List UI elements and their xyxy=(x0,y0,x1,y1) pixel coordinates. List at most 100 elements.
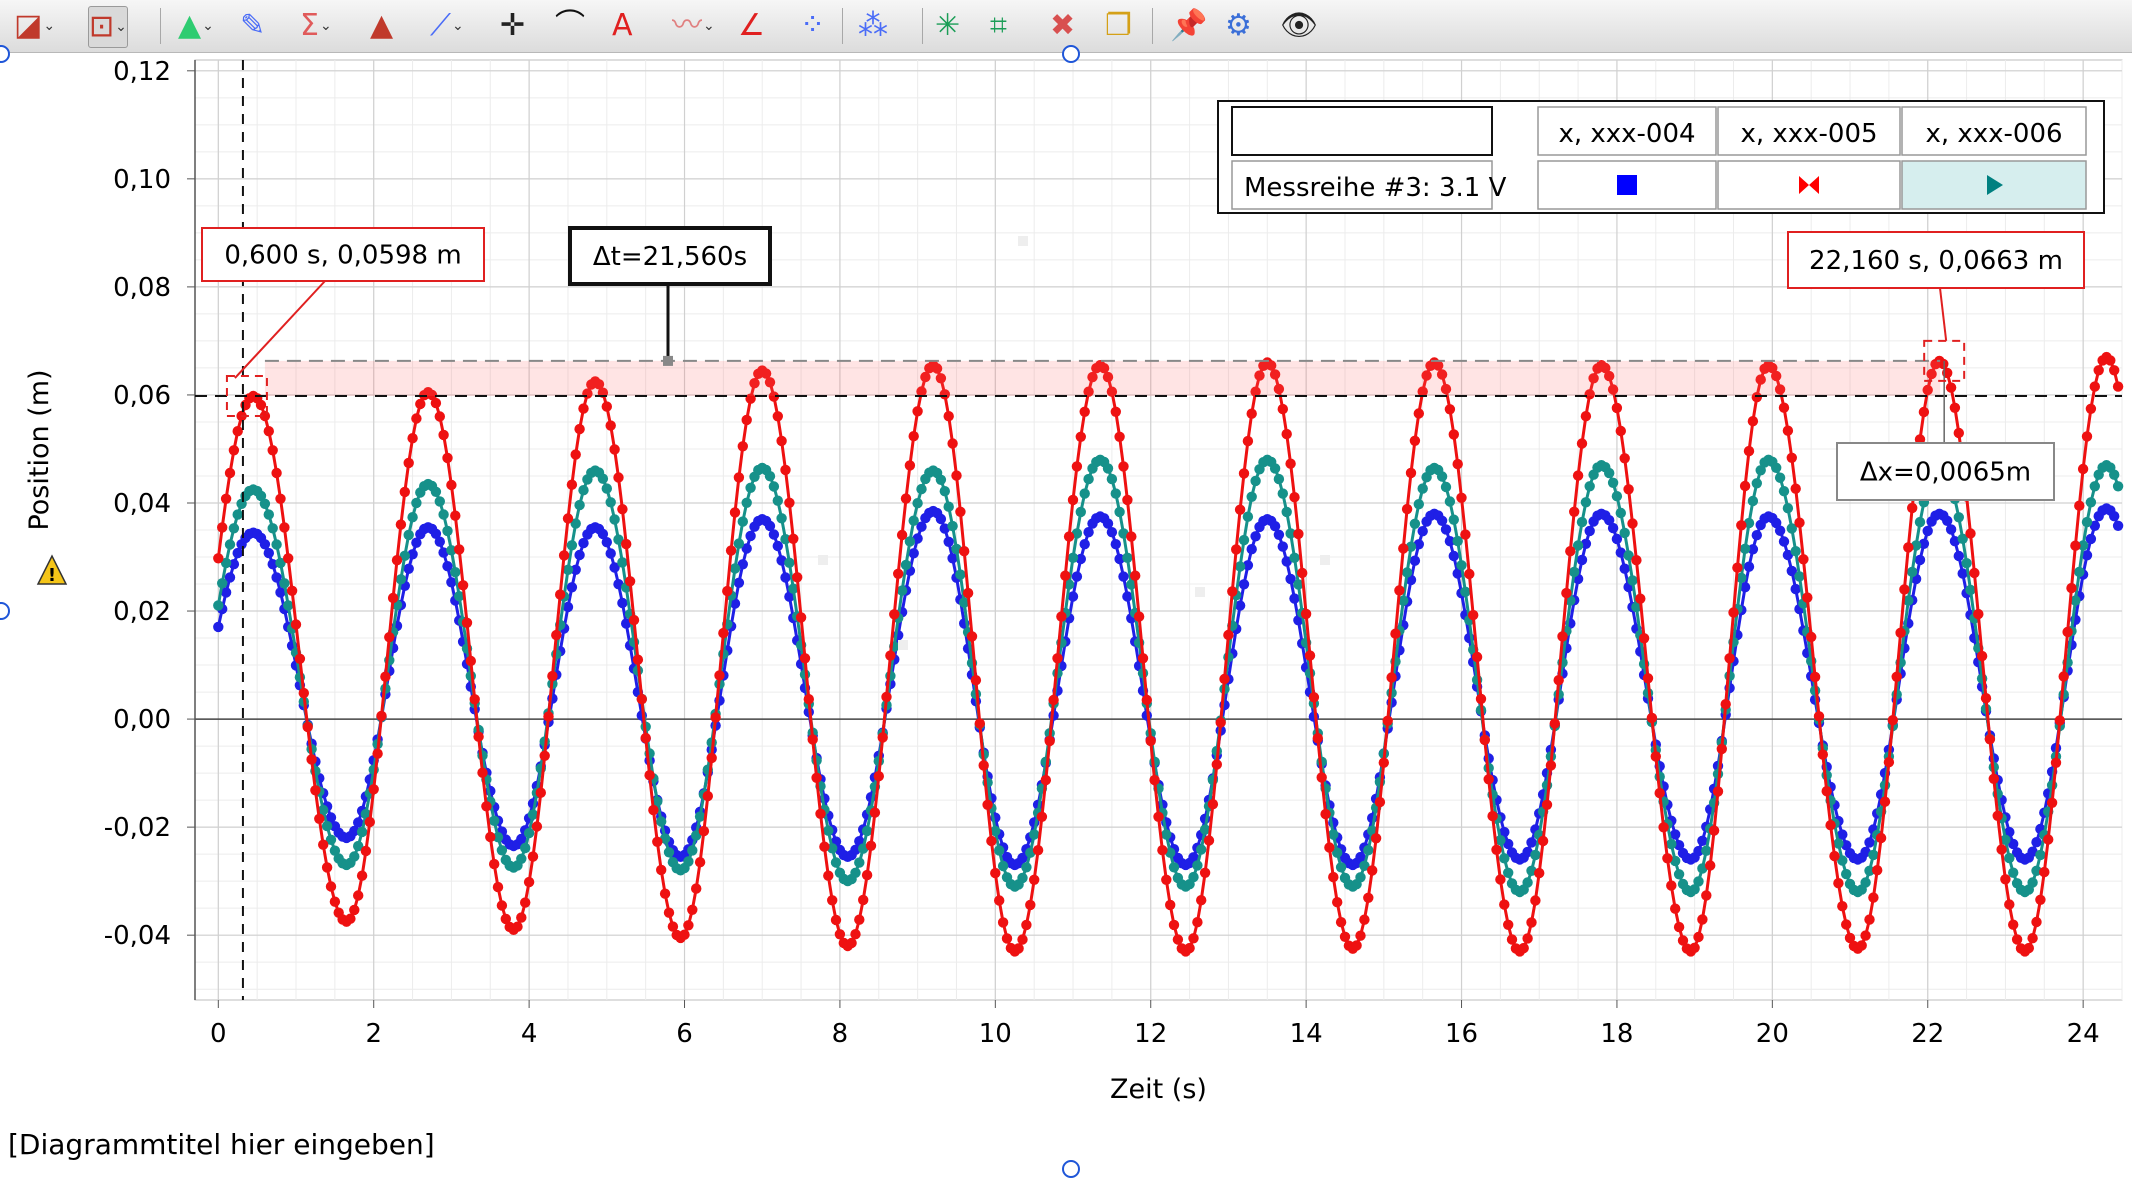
chevron-down-icon[interactable]: ⌄ xyxy=(43,6,55,46)
data-point xyxy=(543,711,554,722)
data-point xyxy=(935,474,947,485)
data-point xyxy=(737,441,748,452)
point1-label[interactable]: 0,600 s, 0,0598 m xyxy=(201,227,485,282)
eye-button[interactable]: 👁 xyxy=(1280,6,1318,46)
data-point xyxy=(935,513,947,525)
data-point xyxy=(656,816,667,827)
data-point xyxy=(896,529,908,541)
data-point xyxy=(535,787,546,798)
delta-x-label[interactable]: Δx=0,0065m xyxy=(1836,442,2055,501)
sum-button[interactable]: Σ ⌄ xyxy=(300,6,332,46)
data-point xyxy=(1471,651,1483,663)
pen-button[interactable]: ✎ xyxy=(240,6,265,46)
noise-button[interactable]: 〰 ⌄ xyxy=(672,6,715,46)
chevron-down-icon[interactable]: ⌄ xyxy=(452,6,464,46)
delete-button[interactable]: ✖ xyxy=(1050,6,1075,46)
drag-handle[interactable] xyxy=(818,555,828,565)
pin-button[interactable]: 📌 xyxy=(1170,6,1207,46)
chevron-down-icon[interactable]: ⌄ xyxy=(703,6,715,46)
data-point xyxy=(2109,365,2120,376)
data-point xyxy=(854,857,865,868)
chevron-down-icon[interactable]: ⌄ xyxy=(115,7,127,47)
legend-row-label: Messreihe #3: 3.1 V xyxy=(1244,173,1507,203)
data-point xyxy=(656,864,667,876)
data-point xyxy=(1739,543,1751,554)
data-point xyxy=(403,529,414,541)
data-point xyxy=(990,867,1001,879)
data-point xyxy=(1965,528,1976,539)
area-button[interactable]: ▲ xyxy=(370,6,393,46)
settings-gear-button[interactable]: ⚙ xyxy=(1225,6,1252,46)
data-point xyxy=(1409,555,1421,566)
data-point xyxy=(384,632,395,643)
data-point xyxy=(1021,862,1032,873)
data-point xyxy=(687,845,698,856)
data-point xyxy=(562,513,574,524)
copy-button[interactable]: ❐ xyxy=(1105,6,1132,46)
resize-handle-bottom-center[interactable] xyxy=(1062,1160,1080,1178)
crosshair-button[interactable]: ✛ xyxy=(500,6,525,46)
data-point xyxy=(2046,797,2058,808)
data-point xyxy=(411,497,422,509)
data-point xyxy=(854,914,865,925)
data-point xyxy=(1215,717,1226,728)
chart-title-input[interactable]: [Diagrammtitel hier eingeben] xyxy=(8,1128,435,1161)
zoom-box-button[interactable]: ⌗ xyxy=(990,6,1007,46)
data-point xyxy=(547,670,558,682)
data-point xyxy=(1841,868,1852,880)
data-point xyxy=(1996,844,2007,855)
chevron-down-icon[interactable]: ⌄ xyxy=(320,6,332,46)
data-point xyxy=(496,845,508,856)
data-point xyxy=(1662,853,1673,864)
fit-line-button[interactable]: ⟋ ⌄ xyxy=(430,6,464,46)
data-point xyxy=(1238,468,1250,479)
data-point xyxy=(1060,570,1071,581)
data-point xyxy=(2109,511,2120,522)
data-point xyxy=(399,486,410,498)
legend[interactable]: Messreihe #3: 3.1 V x, xxx-004 x, xxx-005 x… xyxy=(1217,100,2105,214)
data-point xyxy=(827,895,838,906)
data-point xyxy=(1242,511,1254,522)
y-tick-label: 0,08 xyxy=(113,273,171,303)
data-point xyxy=(896,585,908,596)
point2-label[interactable]: 22,160 s, 0,0663 m xyxy=(1787,231,2085,289)
data-point xyxy=(539,750,550,761)
data-point xyxy=(1067,494,1079,506)
drag-handle[interactable] xyxy=(898,640,908,650)
data-point xyxy=(1918,406,1930,418)
data-point xyxy=(1611,402,1623,414)
data-point xyxy=(1953,550,1965,562)
drag-handle[interactable] xyxy=(1018,236,1028,246)
data-point xyxy=(213,621,224,633)
data-point xyxy=(1277,541,1289,552)
delta-t-label[interactable]: Δt=21,560s xyxy=(568,226,772,286)
scatter-button[interactable]: ⁘ xyxy=(800,6,825,46)
legend-name-field[interactable] xyxy=(1231,106,1493,156)
text-annotation-button[interactable]: A xyxy=(612,6,633,46)
tangent-button[interactable]: ⌒ xyxy=(555,6,585,46)
slope-button[interactable]: ∠ xyxy=(738,6,765,46)
chevron-down-icon[interactable]: ⌄ xyxy=(202,6,214,46)
data-point xyxy=(271,539,282,550)
connect-points-button[interactable]: ⁂ xyxy=(858,6,888,46)
data-point xyxy=(1452,458,1463,470)
graph-settings-button[interactable]: ◪ ⌄ xyxy=(14,6,55,46)
data-point xyxy=(1285,458,1296,469)
color-palette-button[interactable]: ▲ ⌄ xyxy=(178,6,214,46)
drag-handle[interactable] xyxy=(1320,555,1330,565)
noise-icon: 〰 xyxy=(672,8,702,43)
y-tick-label: 0,00 xyxy=(113,705,171,735)
data-point xyxy=(283,600,294,611)
autoscale-button[interactable]: ✳ xyxy=(935,6,960,46)
data-point xyxy=(2081,516,2093,528)
drag-handle[interactable] xyxy=(1195,587,1205,597)
resize-handle-top-center[interactable] xyxy=(1062,45,1080,63)
x-tick-label: 6 xyxy=(676,1019,693,1049)
x-tick-label: 20 xyxy=(1756,1019,1789,1049)
data-point xyxy=(1743,561,1755,572)
data-point xyxy=(943,501,954,512)
data-point xyxy=(2050,757,2062,768)
data-point xyxy=(1044,735,1055,747)
data-point xyxy=(792,572,803,583)
chart-layout-button[interactable]: ⊡ ⌄ xyxy=(88,6,128,48)
